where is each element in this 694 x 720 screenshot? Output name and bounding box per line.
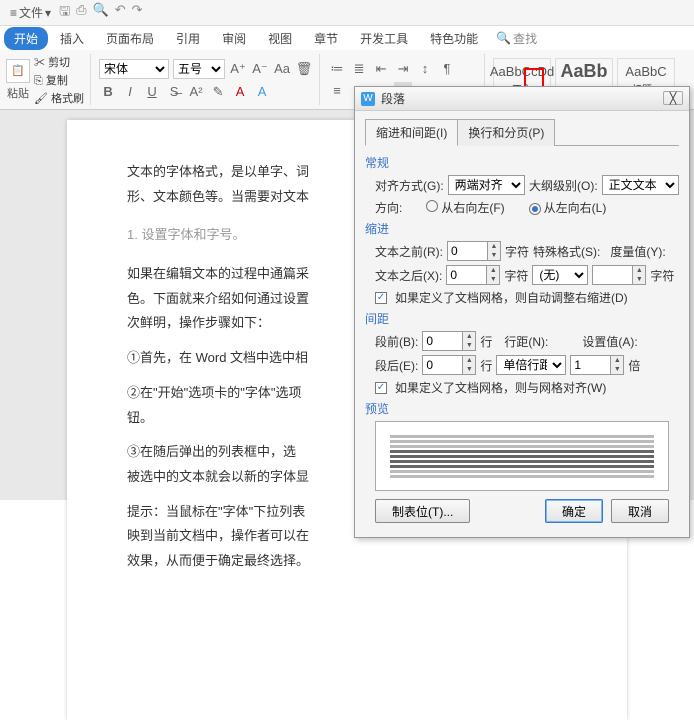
special-select[interactable]: (无) [532, 265, 588, 285]
radio-ltr[interactable]: 从左向右(L) [529, 199, 607, 216]
cut-button[interactable]: ✂ 剪切 [34, 54, 84, 70]
direction-label: 方向: [375, 199, 402, 216]
special-label: 特殊格式(S): [533, 243, 600, 260]
space-after-spin[interactable]: ▲▼ [422, 355, 476, 375]
shrink-font-icon[interactable]: A⁻ [251, 60, 269, 78]
clipboard-group: 📋 粘贴 ✂ 剪切 ⎘ 复制 🖌 格式刷 [6, 54, 91, 105]
unit-line: 行 [480, 357, 492, 374]
setval-spin[interactable]: ▲▼ [570, 355, 624, 375]
strike-icon[interactable]: S̶ [165, 83, 183, 101]
check-grid-align[interactable]: 如果定义了文档网格，则与网格对齐(W) [375, 379, 679, 396]
section-spacing: 间距 [365, 310, 679, 327]
ribbon-tabs: 开始 插入 页面布局 引用 审阅 视图 章节 开发工具 特色功能 🔍 查找 [0, 26, 694, 50]
indent-before-spin[interactable]: ▲▼ [447, 241, 501, 261]
app-logo-icon: W [361, 92, 375, 106]
bold-icon[interactable]: B [99, 83, 117, 101]
space-before-label: 段前(B): [375, 333, 418, 350]
indent-dec-icon[interactable]: ⇤ [372, 60, 390, 78]
paste-icon: 📋 [6, 59, 30, 83]
italic-icon[interactable]: I [121, 83, 139, 101]
ok-button[interactable]: 确定 [545, 499, 603, 523]
tabs-button[interactable]: 制表位(T)... [375, 499, 470, 523]
tab-indent-spacing[interactable]: 缩进和间距(I) [365, 119, 458, 146]
copy-button[interactable]: ⎘ 复制 [34, 72, 84, 88]
save-icon[interactable]: 🖫 [59, 2, 70, 24]
underline-icon[interactable]: U [143, 83, 161, 101]
tab-start[interactable]: 开始 [4, 27, 48, 50]
tab-special[interactable]: 特色功能 [420, 27, 488, 50]
bullets-icon[interactable]: ≔ [328, 60, 346, 78]
grow-font-icon[interactable]: A⁺ [229, 60, 247, 78]
text-effect-icon[interactable]: A [253, 83, 271, 101]
clear-format-icon[interactable]: 🗑 [295, 60, 313, 78]
unit-char: 字符 [504, 267, 528, 284]
qat-icons: 🖫 ⎙ 🔍 ↶ ↷ [59, 2, 142, 24]
numbering-icon[interactable]: ≣ [350, 60, 368, 78]
tab-view[interactable]: 视图 [258, 27, 302, 50]
unit-char: 字符 [505, 243, 529, 260]
space-after-label: 段后(E): [375, 357, 418, 374]
linespace-label: 行距(N): [504, 333, 548, 350]
outline-label: 大纲级别(O): [529, 177, 598, 194]
close-icon[interactable]: ╳ [663, 91, 683, 105]
preview-box [375, 421, 669, 491]
dialog-tabs: 缩进和间距(I) 换行和分页(P) [365, 119, 679, 146]
align-label: 对齐方式(G): [375, 177, 444, 194]
dialog-title: 段落 [381, 90, 405, 107]
linespace-select[interactable]: 单倍行距 [496, 355, 566, 375]
font-color-icon[interactable]: A [231, 83, 249, 101]
unit-line: 行 [480, 333, 492, 350]
cancel-button[interactable]: 取消 [611, 499, 669, 523]
font-size-select[interactable]: 五号 [173, 59, 225, 79]
redo-icon[interactable]: ↷ [132, 2, 143, 24]
tab-line-page[interactable]: 换行和分页(P) [457, 119, 555, 146]
indent-before-label: 文本之前(R): [375, 243, 443, 260]
unit-char: 字符 [650, 267, 674, 284]
paragraph-dialog: W 段落 ╳ 缩进和间距(I) 换行和分页(P) 常规 对齐方式(G): 两端对… [354, 86, 690, 538]
superscript-icon[interactable]: A² [187, 83, 205, 101]
brush-button[interactable]: 🖌 格式刷 [34, 90, 84, 106]
font-name-select[interactable]: 宋体 [99, 59, 169, 79]
dialog-titlebar[interactable]: W 段落 ╳ [355, 87, 689, 111]
indent-after-spin[interactable]: ▲▼ [446, 265, 500, 285]
undo-icon[interactable]: ↶ [115, 2, 126, 24]
check-grid-indent[interactable]: 如果定义了文档网格，则自动调整右缩进(D) [375, 289, 679, 306]
font-group: 宋体 五号 A⁺ A⁻ Aa 🗑 B I U S̶ A² ✎ A A [99, 54, 320, 105]
file-menu[interactable]: ≡ 文件 ▾ [6, 2, 55, 23]
show-marks-icon[interactable]: ¶ [438, 60, 456, 78]
measure-label: 度量值(Y): [610, 243, 665, 260]
setval-label: 设置值(A): [582, 333, 637, 350]
tab-section[interactable]: 章节 [304, 27, 348, 50]
tab-layout[interactable]: 页面布局 [96, 27, 164, 50]
indent-inc-icon[interactable]: ⇥ [394, 60, 412, 78]
sort-icon[interactable]: ↕ [416, 60, 434, 78]
section-general: 常规 [365, 154, 679, 171]
tab-review[interactable]: 审阅 [212, 27, 256, 50]
change-case-icon[interactable]: Aa [273, 60, 291, 78]
body-text: 效果，从而便于确定最终选择。 [127, 549, 567, 574]
preview-icon[interactable]: 🔍 [93, 2, 109, 24]
paste-button[interactable]: 📋 粘贴 [6, 59, 30, 101]
section-indent: 缩进 [365, 220, 679, 237]
quick-access-bar: ≡ 文件 ▾ 🖫 ⎙ 🔍 ↶ ↷ [0, 0, 694, 26]
tab-insert[interactable]: 插入 [50, 27, 94, 50]
unit-bei: 倍 [628, 357, 640, 374]
search-box[interactable]: 🔍 查找 [496, 30, 537, 47]
section-preview: 预览 [365, 400, 679, 417]
space-before-spin[interactable]: ▲▼ [422, 331, 476, 351]
align-select[interactable]: 两端对齐 [448, 175, 525, 195]
highlight-icon[interactable]: ✎ [209, 83, 227, 101]
tab-reference[interactable]: 引用 [166, 27, 210, 50]
align-left-icon[interactable]: ≡ [328, 82, 346, 100]
measure-spin[interactable]: ▲▼ [592, 265, 646, 285]
outline-select[interactable]: 正文文本 [602, 175, 679, 195]
radio-rtl[interactable]: 从右向左(F) [426, 199, 504, 216]
print-icon[interactable]: ⎙ [76, 2, 86, 24]
indent-after-label: 文本之后(X): [375, 267, 442, 284]
tab-dev[interactable]: 开发工具 [350, 27, 418, 50]
